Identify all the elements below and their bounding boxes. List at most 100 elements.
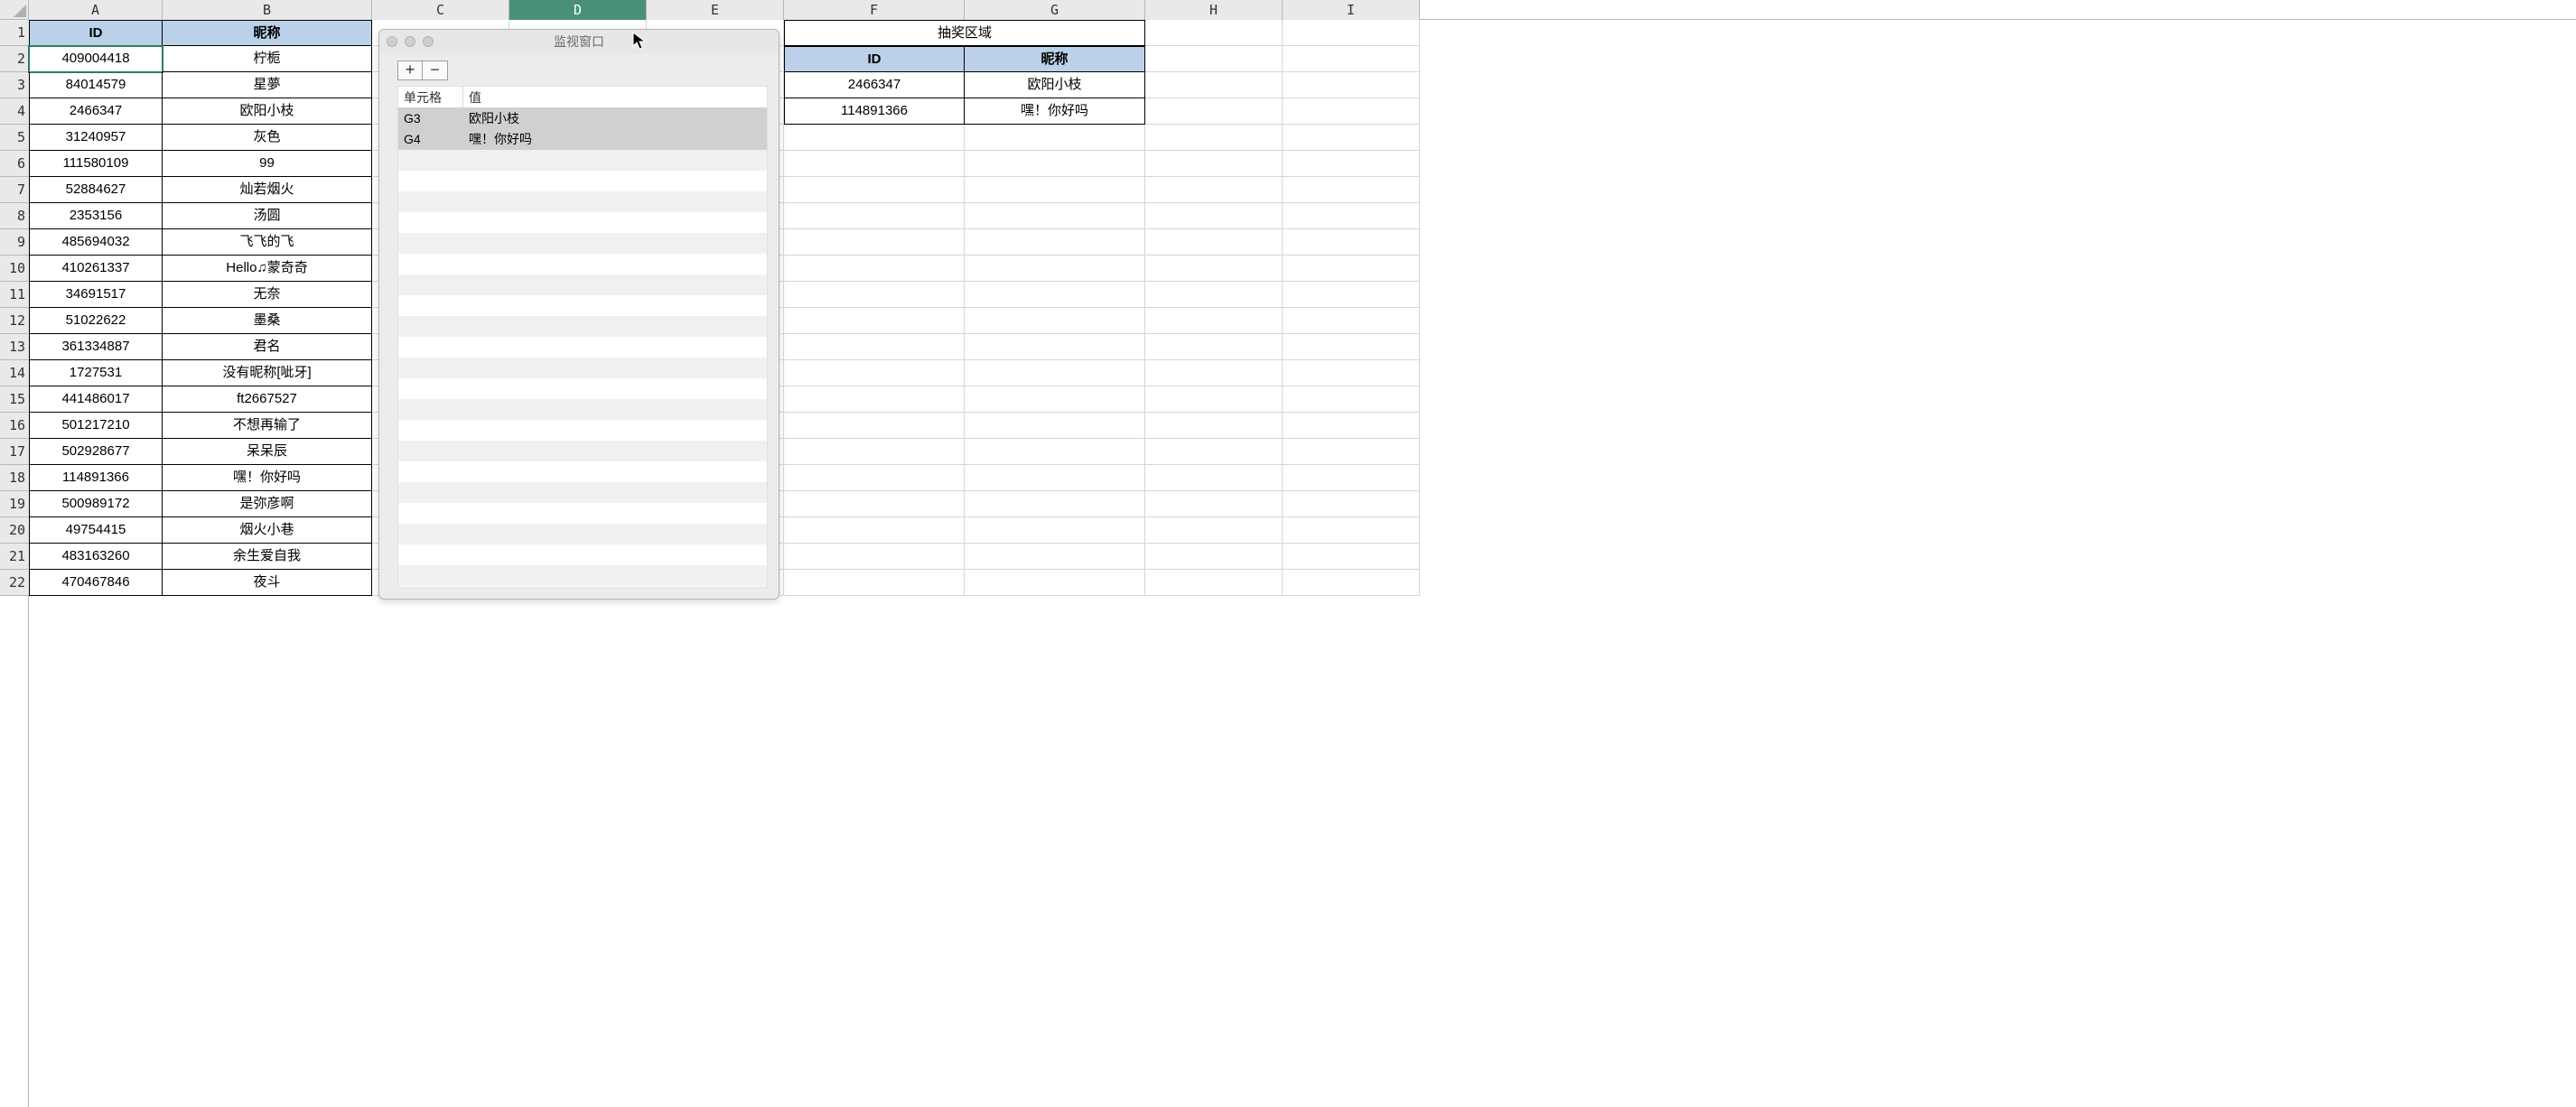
row-header-6[interactable]: 6 — [0, 151, 29, 177]
column-header-H[interactable]: H — [1145, 0, 1283, 20]
cell-F10[interactable] — [784, 256, 965, 282]
cell-A2[interactable]: 409004418 — [29, 46, 163, 72]
row-header-16[interactable]: 16 — [0, 413, 29, 439]
cell-B21[interactable]: 余生爱自我 — [163, 544, 372, 570]
cell-A22[interactable]: 470467846 — [29, 570, 163, 596]
add-watch-button[interactable]: + — [397, 60, 423, 80]
cell-H11[interactable] — [1145, 282, 1283, 308]
row-header-15[interactable]: 15 — [0, 386, 29, 413]
cell-A9[interactable]: 485694032 — [29, 229, 163, 256]
cell-I16[interactable] — [1283, 413, 1420, 439]
cell-H15[interactable] — [1145, 386, 1283, 413]
cell-I11[interactable] — [1283, 282, 1420, 308]
watch-row-empty[interactable] — [398, 461, 767, 482]
cell-A18[interactable]: 114891366 — [29, 465, 163, 491]
cell-H2[interactable] — [1145, 46, 1283, 72]
watch-row-empty[interactable] — [398, 586, 767, 587]
cell-A5[interactable]: 31240957 — [29, 125, 163, 151]
cell-G18[interactable] — [965, 465, 1145, 491]
watch-row-empty[interactable] — [398, 399, 767, 420]
cell-H8[interactable] — [1145, 203, 1283, 229]
cell-A12[interactable]: 51022622 — [29, 308, 163, 334]
cell-B10[interactable]: Hello♫蒙奇奇 — [163, 256, 372, 282]
cell-B20[interactable]: 烟火小巷 — [163, 517, 372, 544]
watch-row-empty[interactable] — [398, 378, 767, 399]
cell-H20[interactable] — [1145, 517, 1283, 544]
watch-row-empty[interactable] — [398, 233, 767, 254]
cell-G14[interactable] — [965, 360, 1145, 386]
row-header-19[interactable]: 19 — [0, 491, 29, 517]
cell-I5[interactable] — [1283, 125, 1420, 151]
cell-I8[interactable] — [1283, 203, 1420, 229]
cell-F16[interactable] — [784, 413, 965, 439]
cell-B7[interactable]: 灿若烟火 — [163, 177, 372, 203]
watch-row-empty[interactable] — [398, 544, 767, 565]
cell-B15[interactable]: ft2667527 — [163, 386, 372, 413]
watch-col-cell-header[interactable]: 单元格 — [398, 87, 463, 107]
cell-F21[interactable] — [784, 544, 965, 570]
cell-I3[interactable] — [1283, 72, 1420, 98]
cell-I15[interactable] — [1283, 386, 1420, 413]
row-header-5[interactable]: 5 — [0, 125, 29, 151]
cell-B13[interactable]: 君名 — [163, 334, 372, 360]
cell-A1[interactable]: ID — [29, 20, 163, 46]
row-header-12[interactable]: 12 — [0, 308, 29, 334]
cell-F9[interactable] — [784, 229, 965, 256]
cell-B16[interactable]: 不想再输了 — [163, 413, 372, 439]
cell-I7[interactable] — [1283, 177, 1420, 203]
watch-row-empty[interactable] — [398, 191, 767, 212]
cell-F12[interactable] — [784, 308, 965, 334]
column-header-I[interactable]: I — [1283, 0, 1420, 20]
cell-I12[interactable] — [1283, 308, 1420, 334]
cell-F22[interactable] — [784, 570, 965, 596]
row-header-18[interactable]: 18 — [0, 465, 29, 491]
cell-A7[interactable]: 52884627 — [29, 177, 163, 203]
cell-H4[interactable] — [1145, 98, 1283, 125]
watch-row-empty[interactable] — [398, 295, 767, 316]
watch-row[interactable]: G4嘿！你好吗 — [398, 129, 767, 150]
cell-F19[interactable] — [784, 491, 965, 517]
cell-I19[interactable] — [1283, 491, 1420, 517]
cell-H16[interactable] — [1145, 413, 1283, 439]
cell-F11[interactable] — [784, 282, 965, 308]
cell-H21[interactable] — [1145, 544, 1283, 570]
row-header-22[interactable]: 22 — [0, 570, 29, 596]
cell-F14[interactable] — [784, 360, 965, 386]
cell-H3[interactable] — [1145, 72, 1283, 98]
minimize-icon[interactable] — [405, 36, 415, 47]
cell-G6[interactable] — [965, 151, 1145, 177]
cell-B22[interactable]: 夜斗 — [163, 570, 372, 596]
watch-window-titlebar[interactable]: 监视窗口 — [379, 30, 779, 53]
cell-G8[interactable] — [965, 203, 1145, 229]
cell-B5[interactable]: 灰色 — [163, 125, 372, 151]
cell-A3[interactable]: 84014579 — [29, 72, 163, 98]
cell-B12[interactable]: 墨桑 — [163, 308, 372, 334]
cell-H7[interactable] — [1145, 177, 1283, 203]
cell-F17[interactable] — [784, 439, 965, 465]
row-header-8[interactable]: 8 — [0, 203, 29, 229]
cell-B6[interactable]: 99 — [163, 151, 372, 177]
cell-H18[interactable] — [1145, 465, 1283, 491]
cell-A19[interactable]: 500989172 — [29, 491, 163, 517]
cell-H19[interactable] — [1145, 491, 1283, 517]
cell-F7[interactable] — [784, 177, 965, 203]
row-header-14[interactable]: 14 — [0, 360, 29, 386]
cell-H1[interactable] — [1145, 20, 1283, 46]
cell-G20[interactable] — [965, 517, 1145, 544]
cell-G22[interactable] — [965, 570, 1145, 596]
cell-B1[interactable]: 昵称 — [163, 20, 372, 46]
row-header-11[interactable]: 11 — [0, 282, 29, 308]
watch-row-empty[interactable] — [398, 171, 767, 191]
cell-F8[interactable] — [784, 203, 965, 229]
cell-I2[interactable] — [1283, 46, 1420, 72]
close-icon[interactable] — [387, 36, 397, 47]
cell-F2[interactable]: ID — [784, 46, 965, 72]
cell-F4[interactable]: 114891366 — [784, 98, 965, 125]
cell-G12[interactable] — [965, 308, 1145, 334]
watch-row[interactable]: G3欧阳小枝 — [398, 108, 767, 129]
cell-I18[interactable] — [1283, 465, 1420, 491]
cell-F15[interactable] — [784, 386, 965, 413]
cell-H5[interactable] — [1145, 125, 1283, 151]
cell-G7[interactable] — [965, 177, 1145, 203]
cell-F18[interactable] — [784, 465, 965, 491]
